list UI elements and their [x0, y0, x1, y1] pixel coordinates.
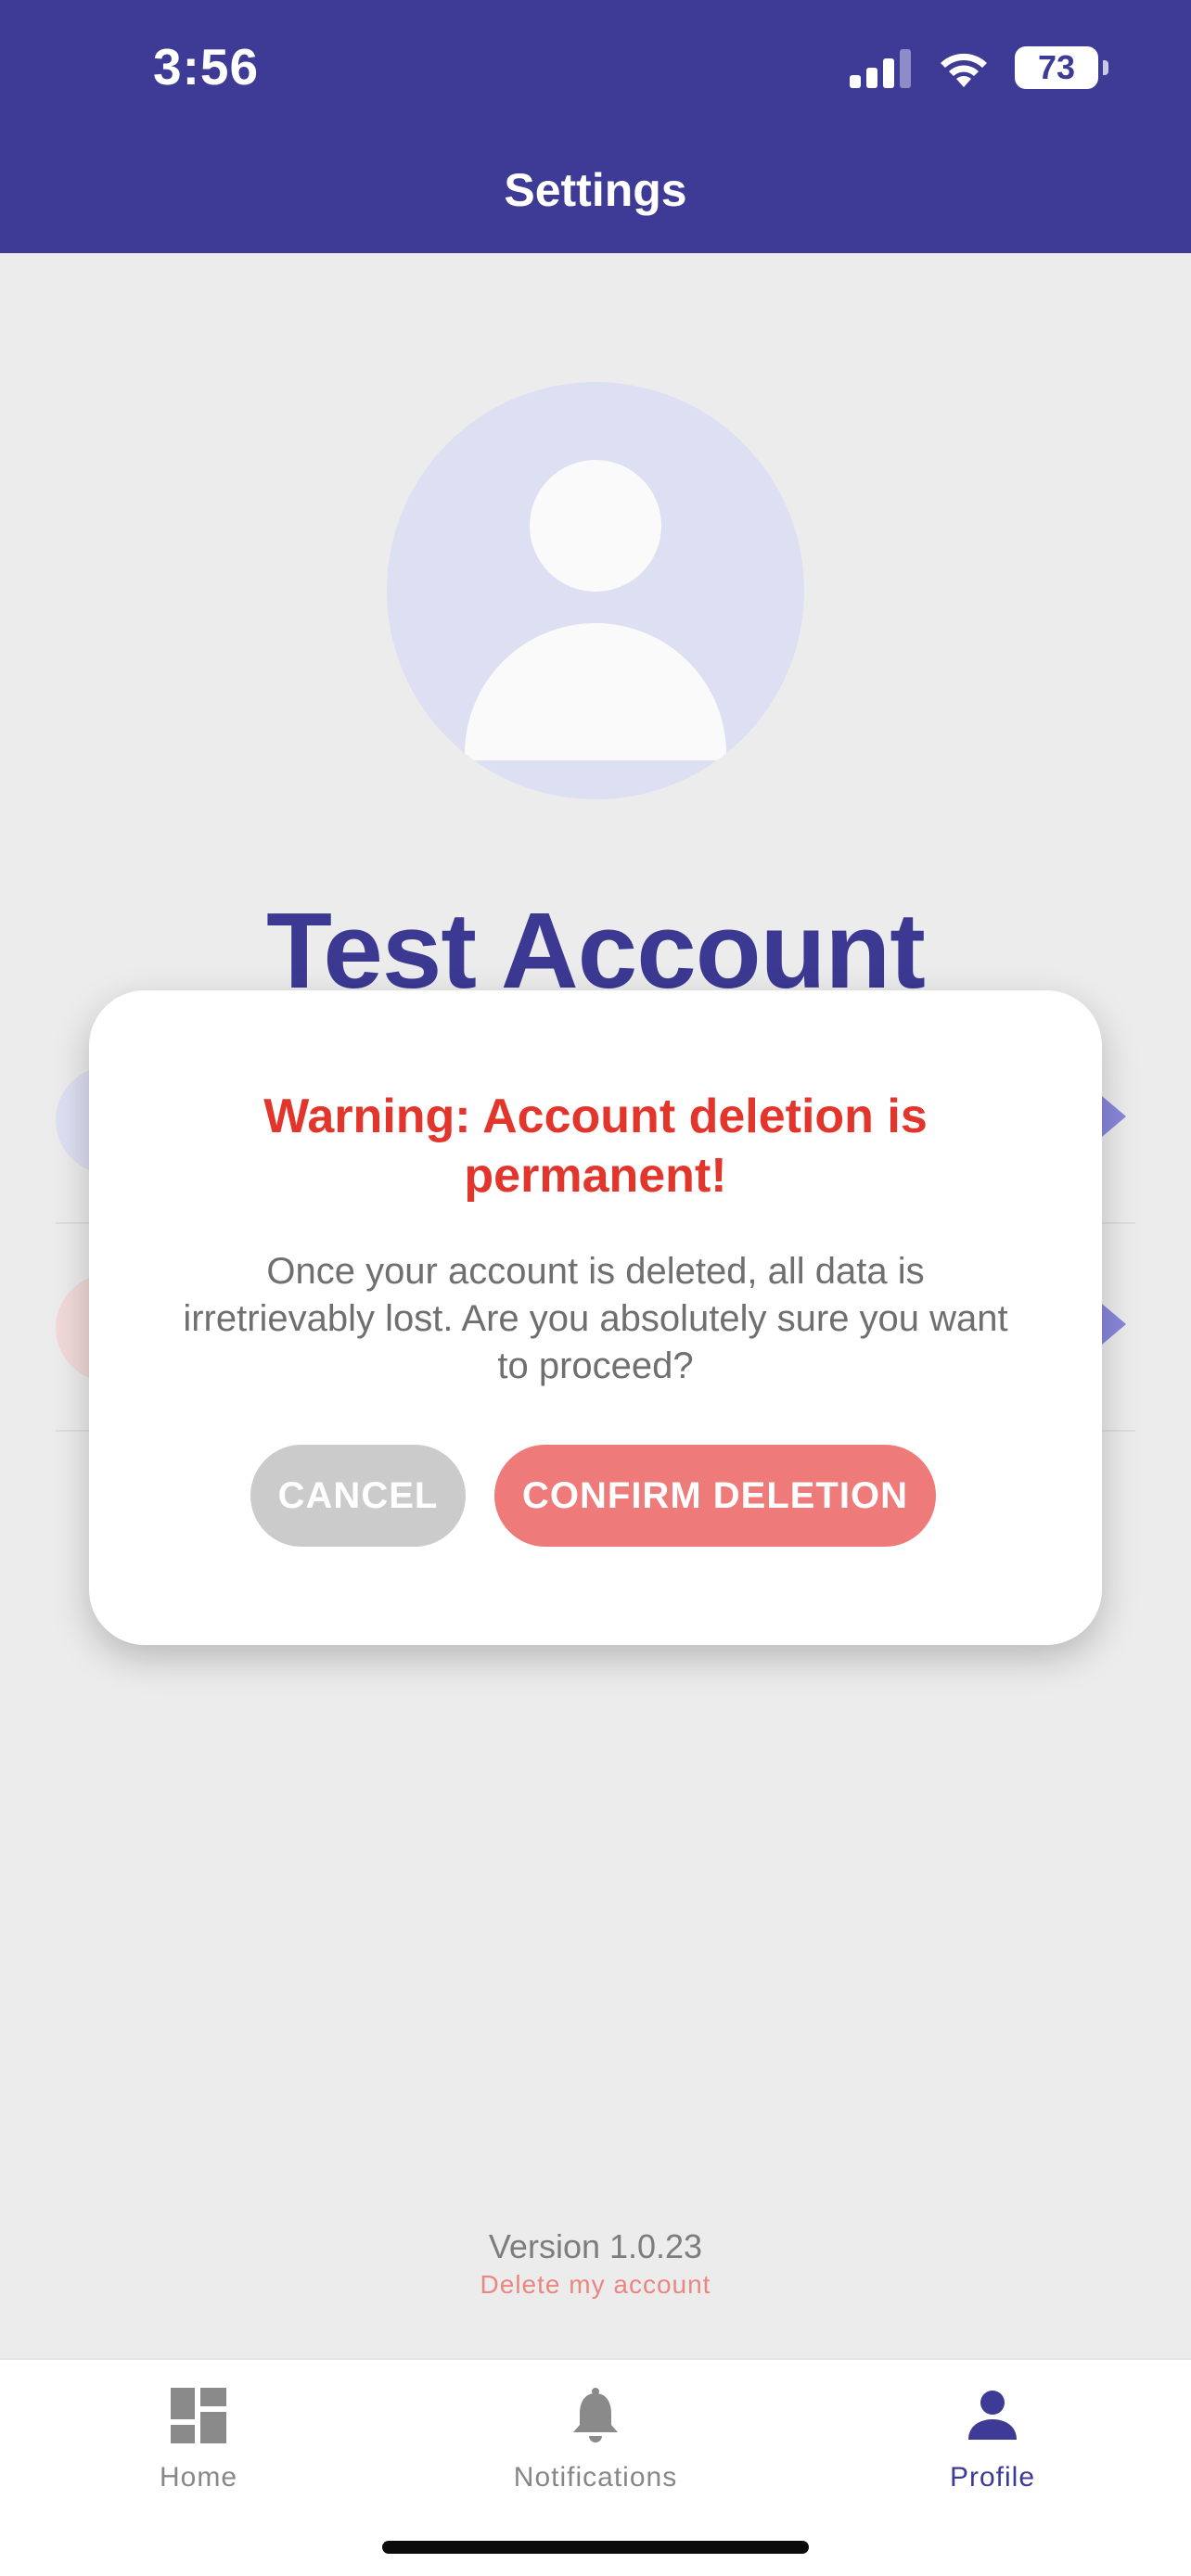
- dashboard-icon: [171, 2388, 226, 2443]
- status-icons: 73: [850, 46, 1108, 89]
- cancel-button[interactable]: CANCEL: [250, 1445, 466, 1547]
- confirm-deletion-button[interactable]: CONFIRM DELETION: [494, 1445, 936, 1547]
- wifi-icon: [941, 53, 987, 87]
- tab-home[interactable]: Home: [0, 2360, 397, 2499]
- tab-notifications[interactable]: Notifications: [397, 2360, 794, 2499]
- status-time: 3:56: [153, 38, 260, 96]
- tab-profile[interactable]: Profile: [794, 2360, 1191, 2499]
- delete-account-dialog: Warning: Account deletion is permanent! …: [89, 990, 1102, 1645]
- cellular-signal-icon: [850, 49, 911, 88]
- tab-label: Profile: [949, 2462, 1036, 2493]
- app-header: 3:56 73 Settings: [0, 0, 1191, 253]
- page-title: Settings: [504, 164, 687, 216]
- bell-icon: [573, 2388, 618, 2442]
- dialog-title: Warning: Account deletion is permanent!: [263, 1090, 928, 1203]
- battery-icon: 73: [1015, 46, 1108, 89]
- dialog-message: Once your account is deleted, all data i…: [183, 1251, 1008, 1386]
- tab-label: Home: [159, 2462, 238, 2493]
- person-icon: [968, 2391, 1017, 2440]
- home-indicator[interactable]: [382, 2541, 809, 2554]
- tab-label: Notifications: [513, 2462, 678, 2493]
